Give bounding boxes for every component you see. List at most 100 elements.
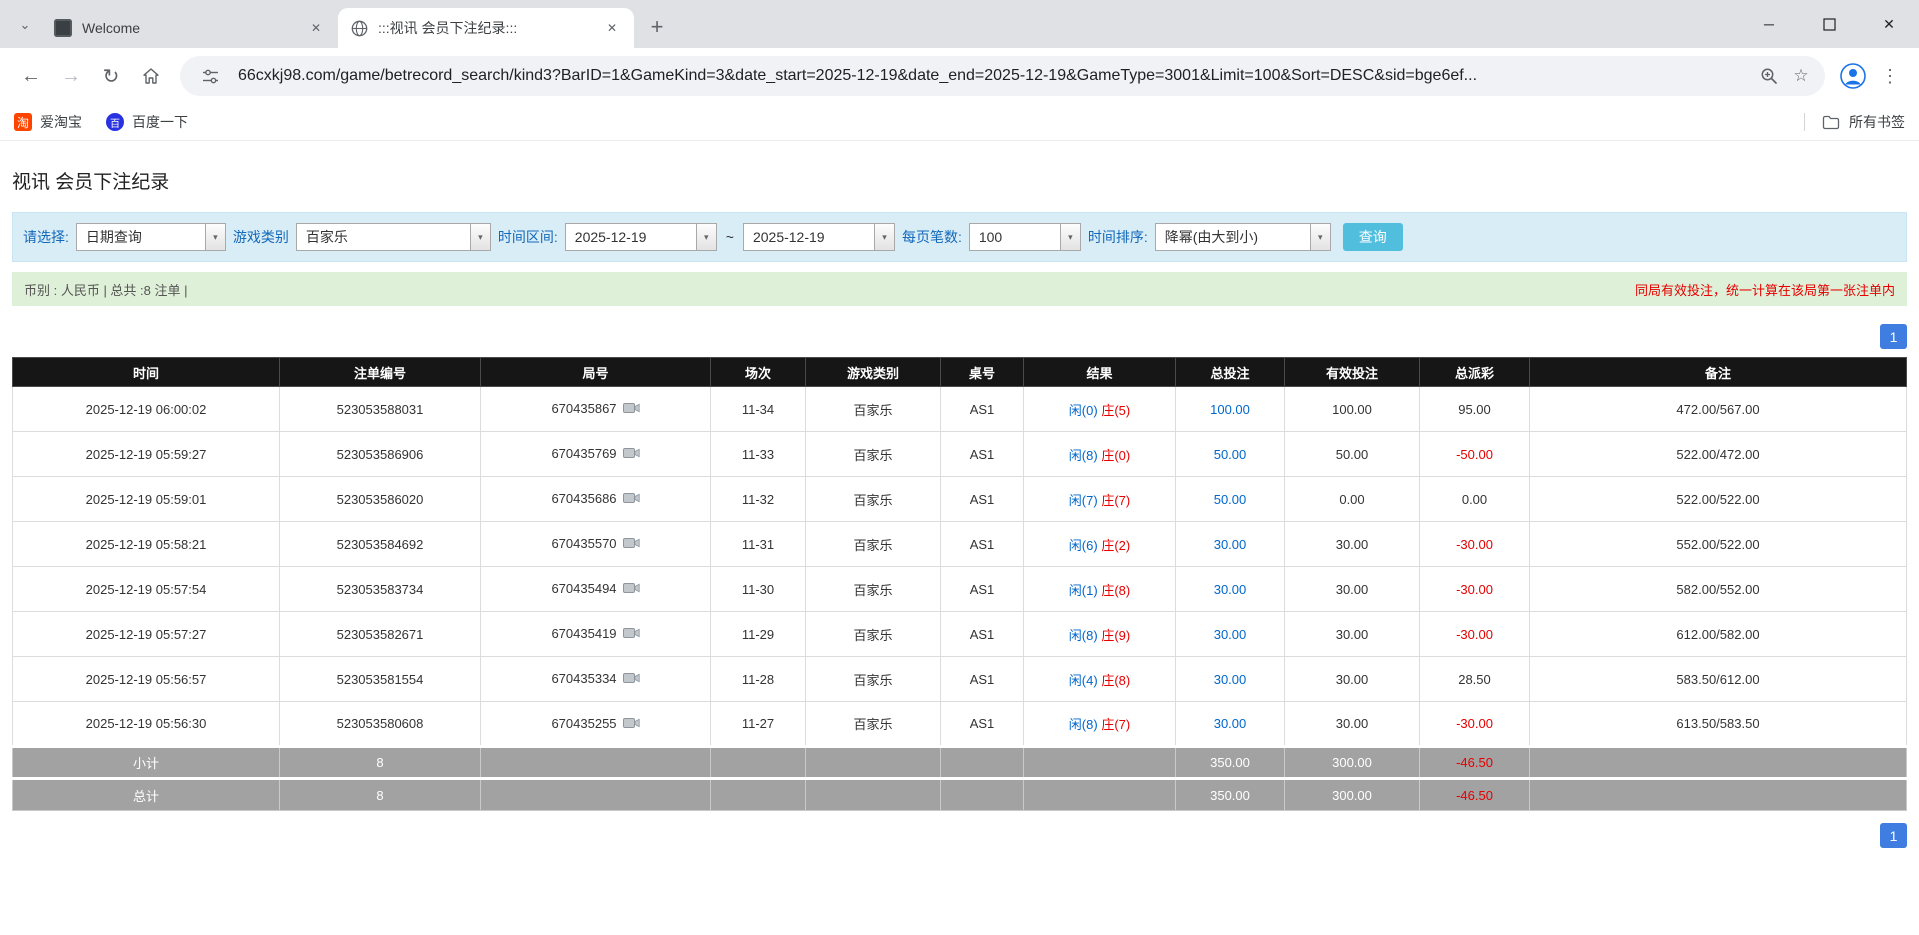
time-sort-value: 降幂(由大到小) xyxy=(1156,224,1310,250)
video-replay-icon[interactable] xyxy=(623,447,640,462)
tab-welcome[interactable]: Welcome ✕ xyxy=(42,8,338,48)
maximize-button[interactable] xyxy=(1799,0,1859,48)
cell-session: 11-32 xyxy=(711,477,806,522)
total-bet-link[interactable]: 50.00 xyxy=(1214,492,1247,507)
bookmark-star-icon[interactable]: ☆ xyxy=(1785,60,1817,92)
date-start-select[interactable]: 2025-12-19 ▾ xyxy=(565,223,717,251)
reload-icon[interactable]: ↻ xyxy=(92,57,130,95)
cell-total-bet[interactable]: 30.00 xyxy=(1176,702,1285,747)
cell-total-bet[interactable]: 50.00 xyxy=(1176,477,1285,522)
result-player: 闲(8) xyxy=(1069,717,1098,732)
cell-round-id: 670435686 xyxy=(481,477,711,522)
cell-total-bet[interactable]: 30.00 xyxy=(1176,567,1285,612)
page-button[interactable]: 1 xyxy=(1880,823,1907,848)
time-sort-select[interactable]: 降幂(由大到小) ▾ xyxy=(1155,223,1331,251)
total-bet-link[interactable]: 50.00 xyxy=(1214,447,1247,462)
cell-total-bet[interactable]: 30.00 xyxy=(1176,657,1285,702)
table-row: 2025-12-19 05:59:01523053586020670435686… xyxy=(13,477,1907,522)
cell-bet-id: 523053581554 xyxy=(280,657,481,702)
bookmark-aitaobao[interactable]: 淘 爱淘宝 xyxy=(14,112,82,132)
cell-table-no: AS1 xyxy=(941,612,1024,657)
query-type-label: 请选择: xyxy=(23,227,69,247)
video-replay-icon[interactable] xyxy=(623,537,640,552)
close-window-button[interactable]: ✕ xyxy=(1859,0,1919,48)
cell-total-bet[interactable]: 50.00 xyxy=(1176,432,1285,477)
page-button[interactable]: 1 xyxy=(1880,324,1907,349)
chevron-down-icon: ▾ xyxy=(1310,224,1330,250)
cell-session: 11-34 xyxy=(711,387,806,432)
all-bookmarks[interactable]: 所有书签 xyxy=(1804,112,1905,132)
search-button[interactable]: 查询 xyxy=(1343,223,1403,251)
video-replay-icon[interactable] xyxy=(623,627,640,642)
cell-total-bet[interactable]: 30.00 xyxy=(1176,522,1285,567)
cell-bet-id: 523053583734 xyxy=(280,567,481,612)
cell-remark: 582.00/552.00 xyxy=(1530,567,1907,612)
cell-table-no: AS1 xyxy=(941,477,1024,522)
video-replay-icon[interactable] xyxy=(623,672,640,687)
pagination-top: 1 xyxy=(12,324,1907,349)
query-type-select[interactable]: 日期查询 ▾ xyxy=(76,223,226,251)
tab-close-icon[interactable]: ✕ xyxy=(306,18,326,38)
site-settings-icon[interactable] xyxy=(194,60,226,92)
info-bar: 币别 : 人民币 | 总共 :8 注单 | 同局有效投注，统一计算在该局第一张注… xyxy=(12,272,1907,306)
forward-icon[interactable]: → xyxy=(52,57,90,95)
new-tab-button[interactable]: + xyxy=(642,12,672,42)
cell-table-no: AS1 xyxy=(941,657,1024,702)
tab-search-icon[interactable]: ⌄ xyxy=(10,10,40,40)
cell-valid-bet: 30.00 xyxy=(1285,522,1420,567)
cell-round-id: 670435255 xyxy=(481,702,711,747)
cell-table-no: AS1 xyxy=(941,522,1024,567)
table-row: 2025-12-19 06:00:02523053588031670435867… xyxy=(13,387,1907,432)
cell-time: 2025-12-19 05:57:54 xyxy=(13,567,280,612)
tab-close-icon[interactable]: ✕ xyxy=(602,18,622,38)
cell-result: 闲(8) 庄(0) xyxy=(1024,432,1176,477)
cell-session: 11-27 xyxy=(711,702,806,747)
cell-payout: -50.00 xyxy=(1420,432,1530,477)
minimize-button[interactable]: ─ xyxy=(1739,0,1799,48)
footer-remark xyxy=(1530,779,1907,811)
result-player: 闲(7) xyxy=(1069,493,1098,508)
game-category-select[interactable]: 百家乐 ▾ xyxy=(296,223,491,251)
back-icon[interactable]: ← xyxy=(12,57,50,95)
cell-valid-bet: 30.00 xyxy=(1285,567,1420,612)
result-banker: 庄(8) xyxy=(1101,583,1130,598)
video-replay-icon[interactable] xyxy=(623,582,640,597)
footer-empty-cell xyxy=(711,779,806,811)
tab-strip: ⌄ Welcome ✕ :::视讯 会员下注纪录::: ✕ + ─ ✕ xyxy=(0,0,1919,48)
page-size-select[interactable]: 100 ▾ xyxy=(969,223,1081,251)
footer-total-bet: 350.00 xyxy=(1176,779,1285,811)
date-end-select[interactable]: 2025-12-19 ▾ xyxy=(743,223,895,251)
cell-session: 11-28 xyxy=(711,657,806,702)
tab-bet-record[interactable]: :::视讯 会员下注纪录::: ✕ xyxy=(338,8,634,48)
zoom-icon[interactable] xyxy=(1753,60,1785,92)
url-text[interactable]: 66cxkj98.com/game/betrecord_search/kind3… xyxy=(238,67,1753,85)
cell-round-id: 670435494 xyxy=(481,567,711,612)
cell-total-bet[interactable]: 100.00 xyxy=(1176,387,1285,432)
total-bet-link[interactable]: 30.00 xyxy=(1214,537,1247,552)
table-body: 2025-12-19 06:00:02523053588031670435867… xyxy=(13,387,1907,811)
table-footer-row: 小计8350.00300.00-46.50 xyxy=(13,747,1907,779)
total-bet-link[interactable]: 30.00 xyxy=(1214,627,1247,642)
cell-game-category: 百家乐 xyxy=(806,702,941,747)
browser-menu-icon[interactable]: ⋮ xyxy=(1873,58,1907,94)
video-replay-icon[interactable] xyxy=(623,492,640,507)
game-category-value: 百家乐 xyxy=(297,224,470,250)
cell-result: 闲(6) 庄(2) xyxy=(1024,522,1176,567)
total-bet-link[interactable]: 30.00 xyxy=(1214,716,1247,731)
footer-label: 总计 xyxy=(13,779,280,811)
bookmark-baidu[interactable]: 百 百度一下 xyxy=(106,112,188,132)
cell-valid-bet: 100.00 xyxy=(1285,387,1420,432)
chevron-down-icon: ▾ xyxy=(874,224,894,250)
total-bet-link[interactable]: 30.00 xyxy=(1214,582,1247,597)
total-bet-link[interactable]: 100.00 xyxy=(1210,402,1250,417)
cell-total-bet[interactable]: 30.00 xyxy=(1176,612,1285,657)
address-bar[interactable]: 66cxkj98.com/game/betrecord_search/kind3… xyxy=(180,56,1825,96)
total-bet-link[interactable]: 30.00 xyxy=(1214,672,1247,687)
result-banker: 庄(7) xyxy=(1101,493,1130,508)
video-replay-icon[interactable] xyxy=(623,717,640,732)
video-replay-icon[interactable] xyxy=(623,402,640,417)
home-icon[interactable] xyxy=(132,57,170,95)
cell-bet-id: 523053580608 xyxy=(280,702,481,747)
footer-total-bet: 350.00 xyxy=(1176,747,1285,779)
profile-icon[interactable] xyxy=(1835,58,1871,94)
